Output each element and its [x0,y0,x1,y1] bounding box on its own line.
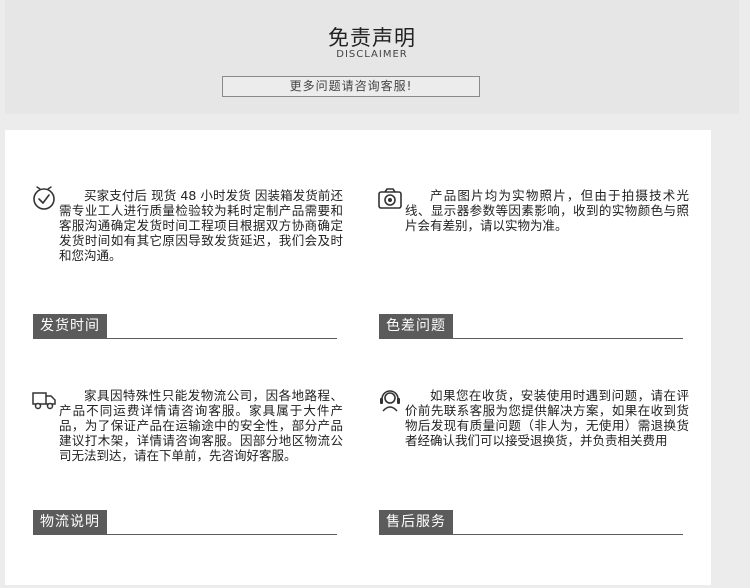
tag-after-sales: 售后服务 [379,510,453,534]
header-band: 免责声明 DISCLAIMER 更多问题请咨询客服! [5,0,739,114]
divider [33,338,337,339]
card-after-sales: 如果您在收货，安装使用时遇到问题，请在评价前先联系客服为您提供解决方案，如果在收… [377,386,695,576]
page-title: 免责声明 [328,26,416,50]
card-text: 买家支付后 现货 48 小时发货 因装箱发货前还需专业工人进行质量检验较为耗时定… [59,188,343,263]
tag-color-difference: 色差问题 [379,314,453,338]
card-logistics: 家具因特殊性只能发物流公司，因各地路程、产品不同运费详情请咨询客服。家具属于大件… [31,386,349,576]
divider [33,534,337,535]
divider [379,534,683,535]
page-subtitle: DISCLAIMER [336,49,408,60]
more-questions-button[interactable]: 更多问题请咨询客服! [222,76,480,97]
divider [379,338,683,339]
card-text: 如果您在收货，安装使用时遇到问题，请在评价前先联系客服为您提供解决方案，如果在收… [405,388,689,448]
tag-logistics: 物流说明 [33,510,107,534]
card-delivery-time: 买家支付后 现货 48 小时发货 因装箱发货前还需专业工人进行质量检验较为耗时定… [31,186,349,376]
card-text: 产品图片均为实物照片，但由于拍摄技术光线、显示器参数等因素影响，收到的实物颜色与… [405,188,689,233]
camera-icon [377,186,403,212]
truck-icon [31,386,57,412]
card-text: 家具因特殊性只能发物流公司，因各地路程、产品不同运费详情请咨询客服。家具属于大件… [59,388,343,463]
disclaimer-panel: 买家支付后 现货 48 小时发货 因装箱发货前还需专业工人进行质量检验较为耗时定… [5,130,711,585]
customer-service-icon [377,386,403,412]
card-color-difference: 产品图片均为实物照片，但由于拍摄技术光线、显示器参数等因素影响，收到的实物颜色与… [377,186,695,376]
tag-delivery-time: 发货时间 [33,314,107,338]
clock-icon [31,186,57,212]
